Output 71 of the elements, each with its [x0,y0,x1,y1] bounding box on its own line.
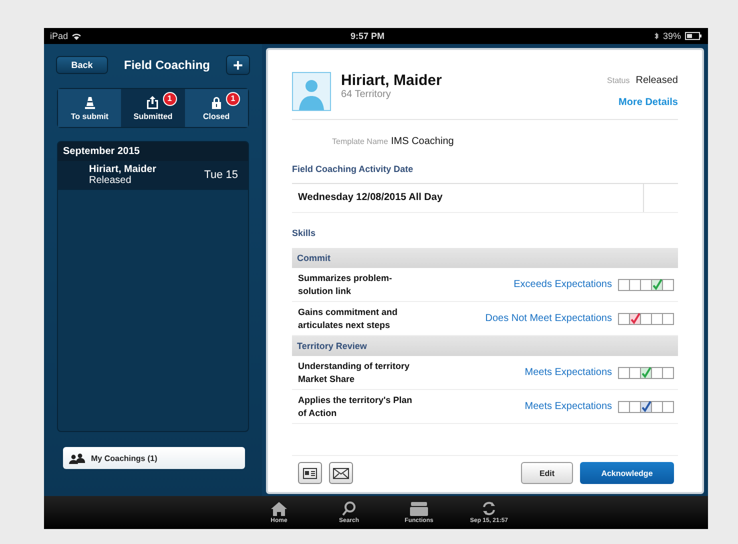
rating-checkbox[interactable] [640,278,652,290]
sidebar-title: Field Coaching [122,58,211,72]
people-icon [69,452,85,464]
coaching-status: Released [89,175,132,186]
rating-label[interactable]: Meets Expectations [416,367,612,378]
edit-button[interactable]: Edit [521,462,573,484]
device-name: iPad [50,31,68,41]
upload-icon [146,96,160,108]
envelope-icon [333,468,349,478]
rating-label[interactable]: Does Not Meet Expectations [416,313,612,324]
group-header: Commit [292,248,678,268]
rating-label[interactable]: Exceeds Expectations [416,279,612,290]
person-name: Hiriart, Maider [341,72,443,89]
cone-icon [84,96,96,108]
my-coachings-button[interactable]: My Coachings (1) [63,447,245,469]
rating-checkbox[interactable] [662,312,674,324]
sync-icon [481,501,497,516]
add-button[interactable]: + [227,56,249,74]
rating-checkbox[interactable] [651,366,663,378]
search-icon [342,501,356,516]
rating-checkbox[interactable] [618,312,630,324]
rating-checkbox[interactable] [651,400,663,412]
rating-checkbox[interactable] [651,312,663,324]
avatar-icon [292,72,331,111]
bluetooth-icon [654,32,659,40]
clock: 9:57 PM [349,31,386,41]
rating-checkbox[interactable] [629,400,641,412]
segment-tab[interactable]: Closed 1 [184,89,248,127]
contact-card-icon [303,468,317,478]
skill-name: Gains commitment and articulates next steps [298,306,399,331]
status-label: Status [607,76,630,85]
segment-tab[interactable]: To submit [58,89,122,127]
territory: 64 Territory [341,89,392,100]
segment-tab[interactable]: Submitted 1 [121,89,185,127]
rating-checkbox[interactable] [629,366,641,378]
battery-icon [685,32,702,40]
skills-heading: Skills [292,227,317,240]
date-field[interactable]: Wednesday 12/08/2015 All Day [292,183,678,213]
drawer-icon [410,502,428,516]
more-details-link[interactable]: More Details [618,97,678,108]
status-value: Released [636,75,678,86]
date-heading: Field Coaching Activity Date [292,163,414,176]
rating-checkbox[interactable] [662,278,674,290]
rating-checkbox[interactable] [662,400,674,412]
coachee-name: Hiriart, Maider [89,164,158,175]
skill-name: Understanding of territory Market Share [298,360,411,385]
back-button[interactable]: Back [57,57,107,73]
coaching-date: Tue 15 [204,169,238,181]
rating-checkbox[interactable] [618,366,630,378]
template-label: Template Name [332,137,388,146]
rating-checkbox[interactable] [618,278,630,290]
section-header: September 2015 [58,142,248,161]
rating-label[interactable]: Meets Expectations [416,401,612,412]
skill-name: Summarizes problem-solution link [298,272,394,297]
template-name: IMS Coaching [391,136,454,147]
lock-icon [210,96,222,108]
count-badge: 1 [162,92,177,106]
acknowledge-button[interactable]: Acknowledge [580,462,674,484]
skill-name: Applies the territory's Plan of Action [298,394,414,419]
contact-card-button[interactable] [298,462,322,484]
rating-checkbox[interactable] [629,278,641,290]
count-badge: 1 [226,92,240,106]
group-header: Territory Review [292,336,678,356]
mail-button[interactable] [329,462,353,484]
wifi-icon [72,32,82,40]
coaching-list-item[interactable]: Hiriart, Maider Released Tue 15 [58,161,248,190]
rating-checkbox[interactable] [640,312,652,324]
rating-checkbox[interactable] [662,366,674,378]
battery-percent: 39% [662,31,681,41]
home-icon [271,502,287,516]
rating-checkbox[interactable] [618,400,630,412]
